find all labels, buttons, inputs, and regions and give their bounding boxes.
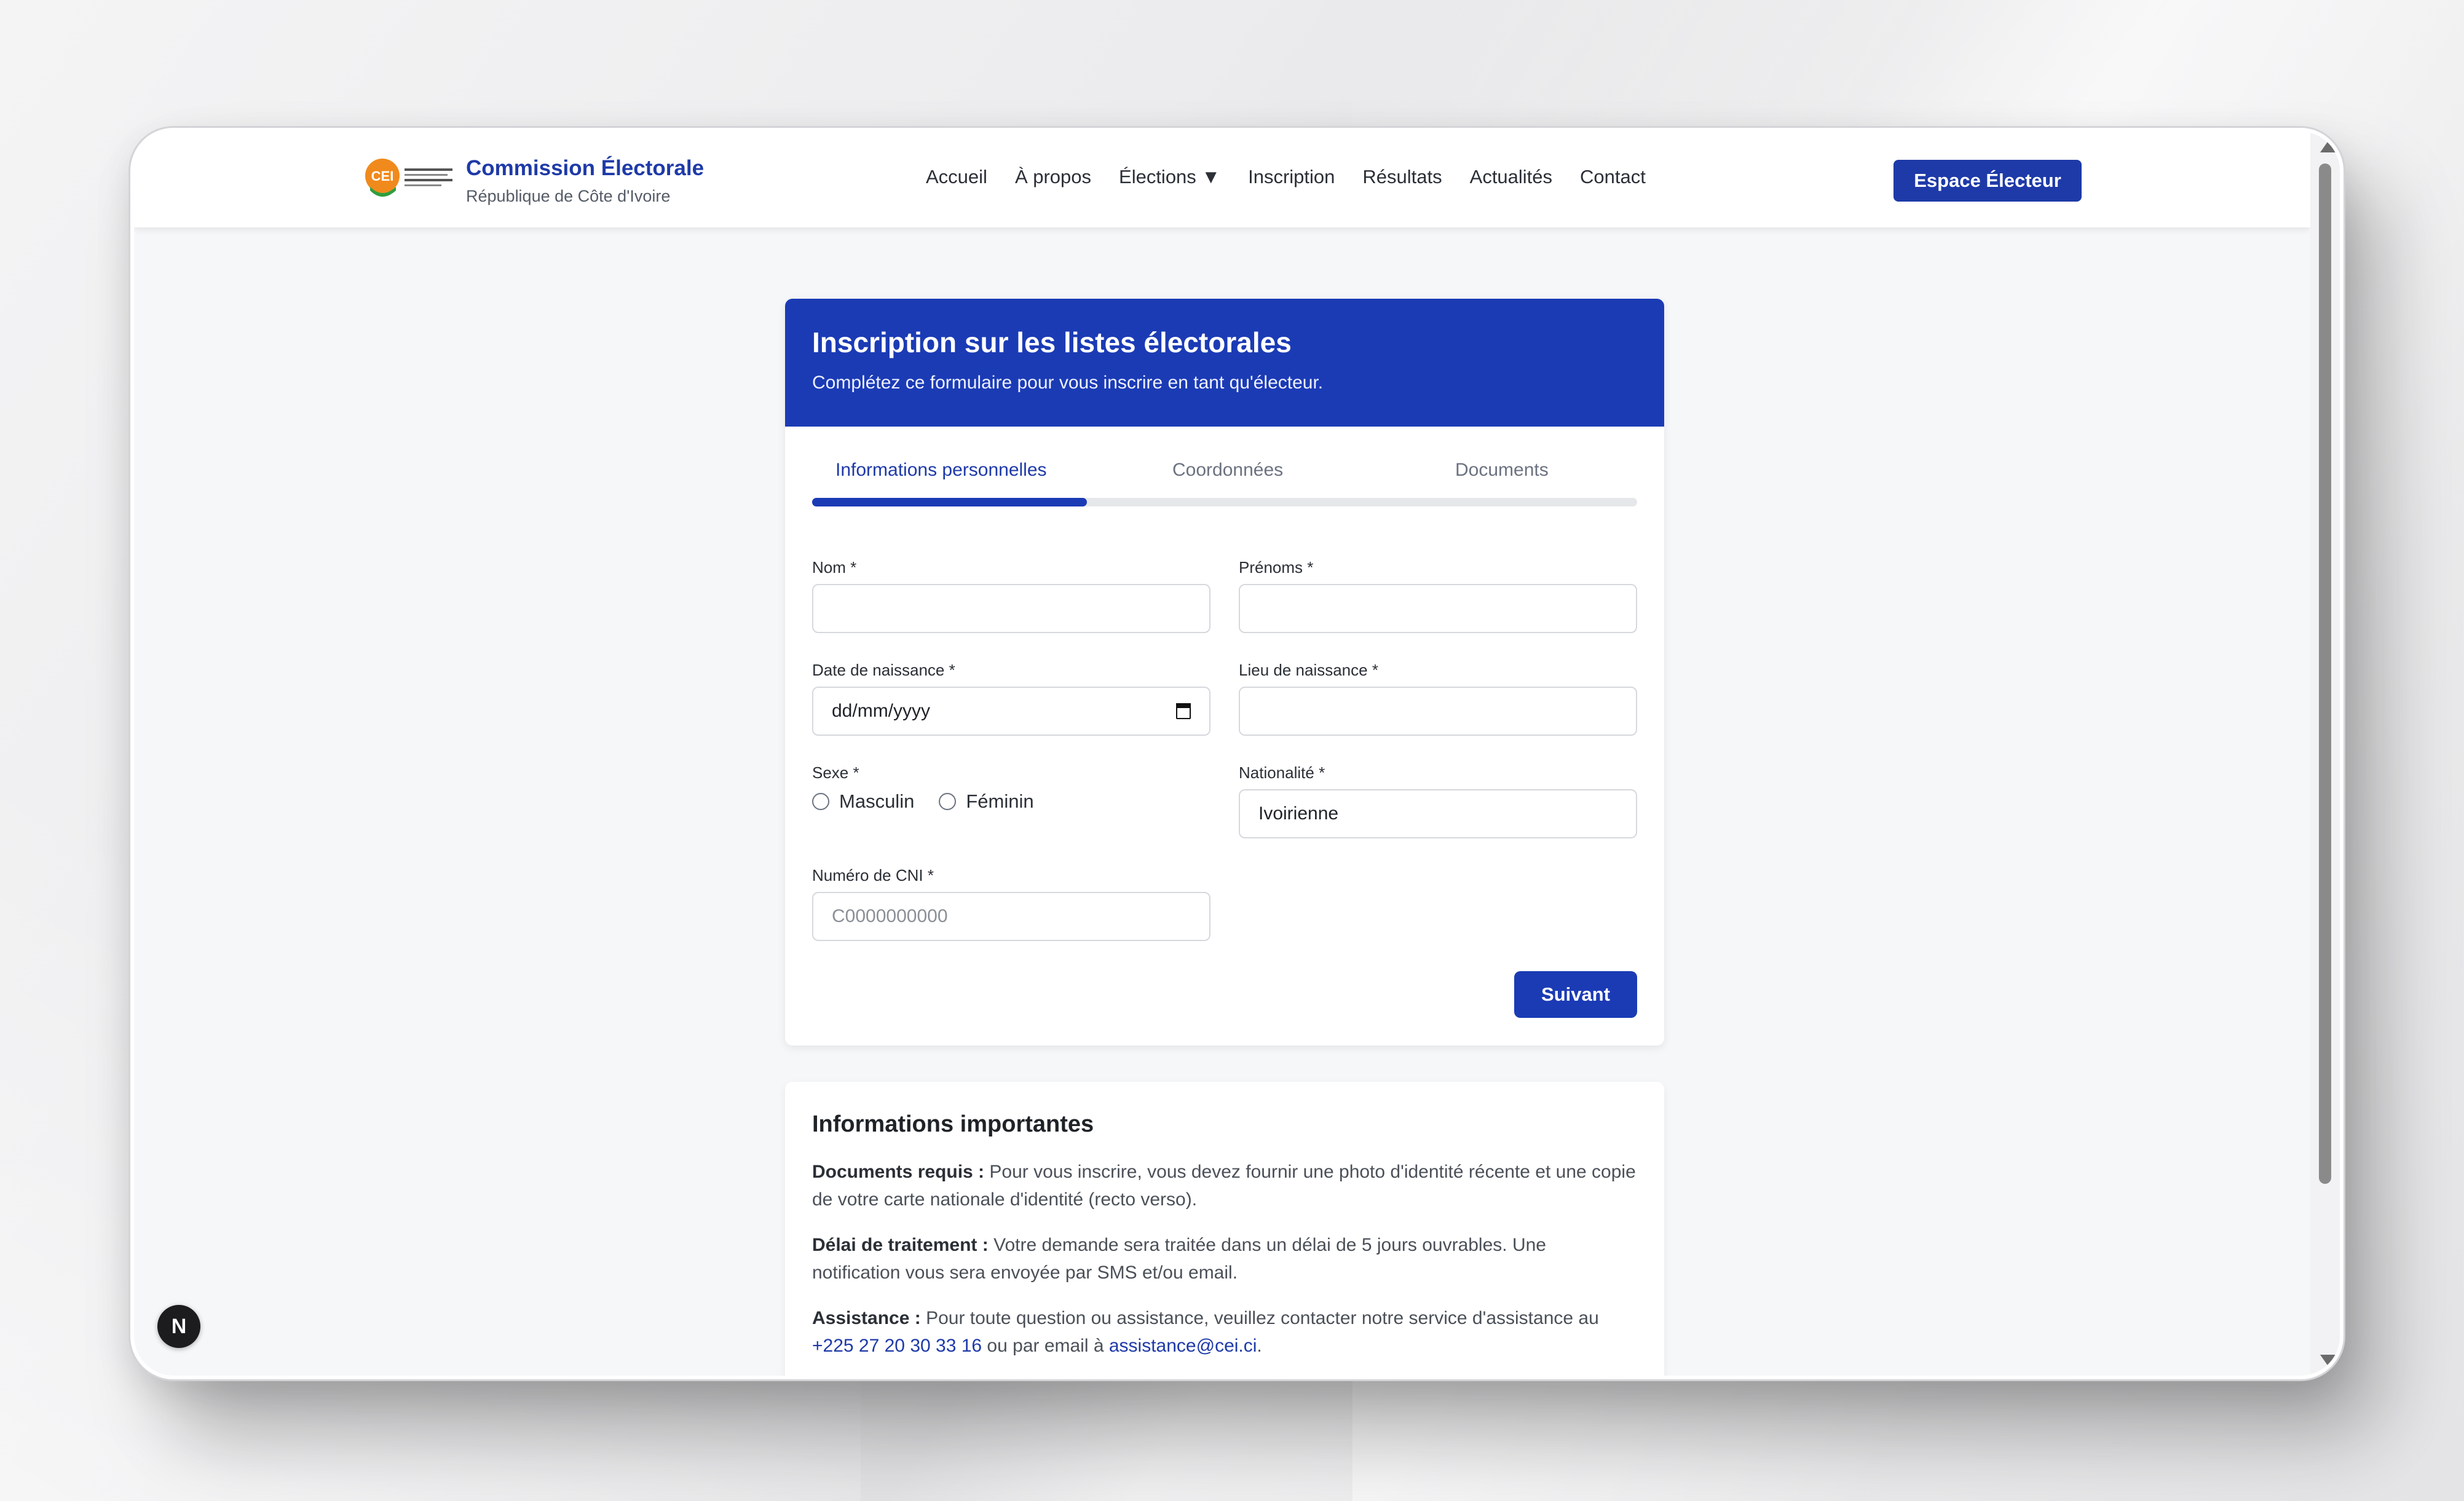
sexe-label: Sexe * [812, 763, 859, 782]
important-info-card: Informations importantes Documents requi… [785, 1082, 1664, 1376]
date-naissance-value: dd/mm/yyyy [832, 701, 931, 721]
step-progress-track [812, 498, 1637, 506]
radio-feminin[interactable] [939, 793, 957, 810]
nationalite-label: Nationalité * [1239, 763, 1325, 782]
calendar-icon[interactable] [1176, 703, 1191, 719]
step-progress-fill [812, 498, 1088, 506]
nav-link-resultats[interactable]: Résultats [1362, 166, 1442, 188]
radio-feminin-label[interactable]: Féminin [966, 790, 1033, 813]
assistance-phone-link[interactable]: +225 27 20 30 33 16 [812, 1336, 982, 1356]
tab-documents[interactable]: Documents [1455, 460, 1549, 481]
nav-link-actualites[interactable]: Actualités [1470, 166, 1552, 188]
nom-input[interactable] [812, 584, 1210, 633]
tab-informations-personnelles[interactable]: Informations personnelles [835, 460, 1047, 481]
cei-logo[interactable]: CEI [364, 154, 456, 200]
nextjs-dev-badge[interactable]: N [157, 1305, 200, 1348]
date-naissance-label: Date de naissance * [812, 661, 955, 679]
radio-masculin[interactable] [812, 793, 829, 810]
scrollbar-thumb[interactable] [2319, 163, 2331, 1184]
prenoms-label: Prénoms * [1239, 558, 1314, 577]
svg-text:CEI: CEI [371, 168, 394, 184]
lieu-naissance-input[interactable] [1239, 687, 1637, 736]
registration-form-card: Inscription sur les listes électorales C… [785, 299, 1664, 1046]
prenoms-input[interactable] [1239, 584, 1637, 633]
scroll-up-arrow-icon[interactable] [2320, 140, 2337, 152]
brand-title[interactable]: Commission Électorale [466, 156, 704, 181]
nav-link-contact[interactable]: Contact [1580, 166, 1646, 188]
form-subtitle: Complétez ce formulaire pour vous inscri… [812, 372, 1324, 393]
main-nav: Accueil À propos Élections ▼ Inscription… [926, 166, 1646, 188]
cni-input[interactable] [812, 892, 1210, 941]
info-assistance: Assistance : Pour toute question ou assi… [812, 1308, 1599, 1356]
lieu-naissance-label: Lieu de naissance * [1239, 661, 1378, 679]
nom-label: Nom * [812, 558, 857, 577]
form-header: Inscription sur les listes électorales C… [785, 299, 1664, 427]
nav-link-a-propos[interactable]: À propos [1015, 166, 1091, 188]
info-documents: Documents requis : Pour vous inscrire, v… [812, 1162, 1636, 1210]
info-title: Informations importantes [812, 1111, 1094, 1137]
form-title: Inscription sur les listes électorales [812, 326, 1292, 358]
suivant-button[interactable]: Suivant [1514, 971, 1637, 1018]
radio-masculin-label[interactable]: Masculin [839, 790, 914, 813]
scroll-down-arrow-icon[interactable] [2320, 1355, 2337, 1367]
cni-label: Numéro de CNI * [812, 866, 934, 884]
nav-link-elections-dropdown[interactable]: Élections ▼ [1119, 166, 1220, 188]
top-navbar: CEI Commission Électorale République de … [134, 132, 2310, 227]
espace-electeur-button[interactable]: Espace Électeur [1893, 160, 2082, 202]
tab-coordonnees[interactable]: Coordonnées [1172, 460, 1283, 481]
nationalite-input[interactable] [1239, 789, 1637, 838]
browser-window: CEI Commission Électorale République de … [130, 128, 2344, 1379]
assistance-email-link[interactable]: assistance@cei.ci [1109, 1336, 1257, 1356]
nav-link-inscription[interactable]: Inscription [1248, 166, 1335, 188]
info-delai: Délai de traitement : Votre demande sera… [812, 1235, 1546, 1283]
vertical-scrollbar[interactable] [2310, 132, 2340, 1376]
sexe-radio-group: Masculin Féminin [812, 790, 1059, 813]
brand-subtitle: République de Côte d'Ivoire [466, 187, 671, 205]
date-naissance-input[interactable]: dd/mm/yyyy [812, 687, 1210, 736]
nav-link-accueil[interactable]: Accueil [926, 166, 987, 188]
